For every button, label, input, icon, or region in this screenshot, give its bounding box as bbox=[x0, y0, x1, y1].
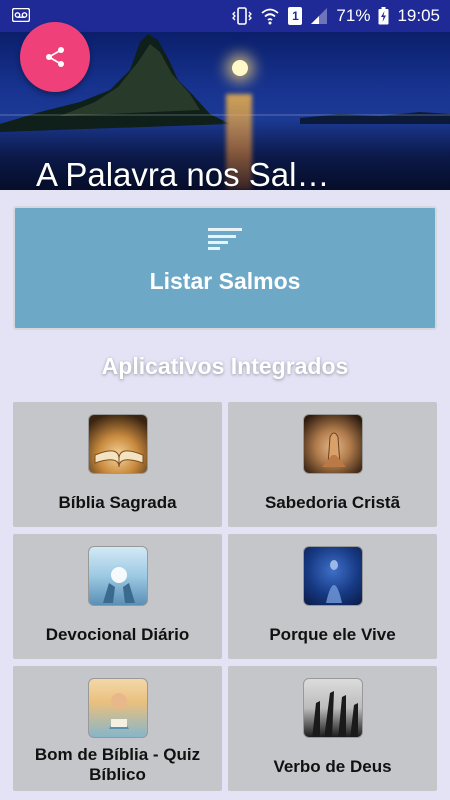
app-card-devocional-diario[interactable]: Devocional Diário bbox=[13, 534, 222, 659]
share-icon bbox=[46, 47, 64, 67]
app-card-verbo-de-deus[interactable]: Verbo de Deus bbox=[228, 666, 437, 791]
worship-hands-image bbox=[302, 678, 363, 738]
voicemail-icon bbox=[12, 8, 30, 22]
app-label: Devocional Diário bbox=[45, 625, 190, 644]
praying-hands-image bbox=[302, 414, 363, 474]
app-card-sabedoria-crista[interactable]: Sabedoria Cristã bbox=[228, 402, 437, 527]
app-label: Porque ele Vive bbox=[269, 625, 396, 644]
section-title: Aplicativos Integrados bbox=[101, 353, 349, 379]
jesus-figure-image bbox=[302, 546, 363, 606]
sim-slot-badge: 1 bbox=[288, 7, 303, 25]
app-label: Verbo de Deus bbox=[273, 757, 392, 776]
share-button[interactable] bbox=[20, 22, 90, 92]
app-card-porque-ele-vive[interactable]: Porque ele Vive bbox=[228, 534, 437, 659]
clock: 19:05 bbox=[397, 6, 440, 25]
list-psalms-button[interactable]: Listar Salmos bbox=[13, 206, 437, 330]
app-label: Bom de Bíblia - Quiz Bíblico bbox=[34, 745, 201, 784]
app-card-bom-de-biblia[interactable]: Bom de Bíblia - Quiz Bíblico bbox=[13, 666, 222, 791]
horizon-line bbox=[0, 114, 450, 116]
vibrate-icon bbox=[232, 7, 253, 25]
signal-icon bbox=[311, 8, 328, 24]
hands-light-image bbox=[87, 546, 148, 606]
app-label: Bíblia Sagrada bbox=[58, 493, 177, 512]
sort-list-icon bbox=[208, 228, 242, 250]
open-bible-image bbox=[87, 414, 148, 474]
sun-glow bbox=[232, 60, 248, 76]
list-psalms-label: Listar Salmos bbox=[149, 268, 301, 294]
battery-percent: 71% bbox=[336, 6, 371, 25]
battery-charging-icon bbox=[378, 7, 389, 25]
page-title: A Palavra nos Sal… bbox=[36, 156, 330, 190]
child-reading-image bbox=[87, 678, 148, 738]
app-card-biblia-sagrada[interactable]: Bíblia Sagrada bbox=[13, 402, 222, 527]
app-label: Sabedoria Cristã bbox=[264, 493, 401, 512]
wifi-icon bbox=[261, 8, 280, 25]
